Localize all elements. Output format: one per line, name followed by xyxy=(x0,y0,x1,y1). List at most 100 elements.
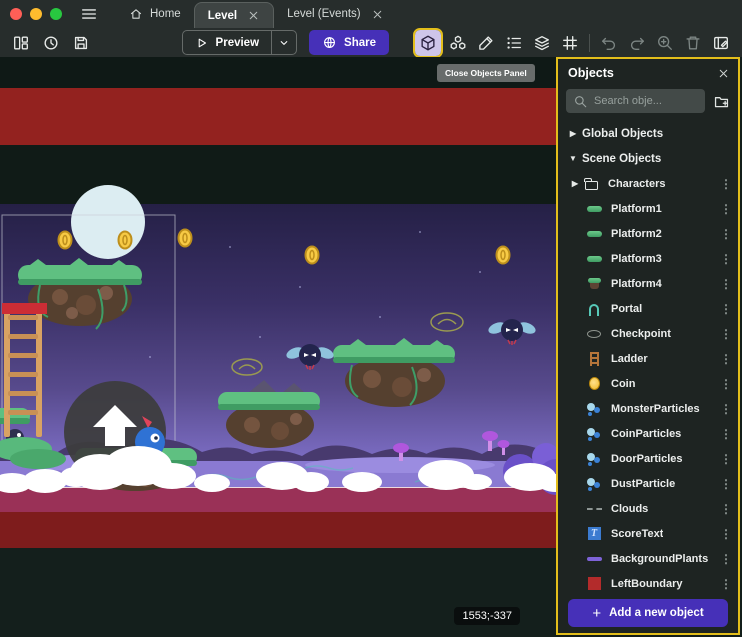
object-row-platform3[interactable]: Platform3 ⋮ xyxy=(558,246,738,271)
tab-label: Home xyxy=(150,8,181,20)
object-label: CoinParticles xyxy=(611,428,681,440)
checkpoint-icon xyxy=(585,326,603,342)
portal-icon xyxy=(585,301,603,317)
kebab-menu-icon[interactable]: ⋮ xyxy=(720,352,738,366)
object-row-platform1[interactable]: Platform1 ⋮ xyxy=(558,196,738,221)
scene-properties-icon[interactable] xyxy=(708,30,734,56)
coin-instances[interactable] xyxy=(59,230,510,264)
kebab-menu-icon[interactable]: ⋮ xyxy=(720,452,738,466)
kebab-menu-icon[interactable]: ⋮ xyxy=(720,552,738,566)
object-row-characters[interactable]: ▶Characters⋮ xyxy=(558,171,738,196)
toolbar-right-icons xyxy=(413,28,734,58)
group-global-objects[interactable]: ▶Global Objects xyxy=(558,121,738,146)
tab-label: Level (Events) xyxy=(287,8,361,20)
kebab-menu-icon[interactable]: ⋮ xyxy=(720,327,738,341)
kebab-menu-icon[interactable]: ⋮ xyxy=(720,277,738,291)
kebab-menu-icon[interactable]: ⋮ xyxy=(720,302,738,316)
object-row-dustparticle[interactable]: DustParticle ⋮ xyxy=(558,471,738,496)
object-row-scoretext[interactable]: ScoreText⋮ xyxy=(558,521,738,546)
close-panel-icon[interactable] xyxy=(717,67,730,80)
monster-instance[interactable] xyxy=(285,344,335,370)
objects-panel-title: Objects xyxy=(568,66,717,80)
object-row-platform4[interactable]: Platform4⋮ xyxy=(558,271,738,296)
close-window-button[interactable] xyxy=(10,8,22,20)
object-row-platform2[interactable]: Platform2⋮ xyxy=(558,221,738,246)
object-label: DoorParticles xyxy=(611,453,683,465)
kebab-menu-icon[interactable]: ⋮ xyxy=(720,477,738,491)
object-row-doorparticles[interactable]: DoorParticles ⋮ xyxy=(558,446,738,471)
kebab-menu-icon[interactable]: ⋮ xyxy=(720,527,738,541)
layers-icon[interactable] xyxy=(529,30,555,56)
play-icon xyxy=(195,36,209,50)
object-row-portal[interactable]: Portal ⋮ xyxy=(558,296,738,321)
objects-panel: Objects ▶Global Objects▼Scene Objects▶Ch… xyxy=(556,57,740,635)
trash-icon[interactable] xyxy=(680,30,706,56)
preview-options-button[interactable] xyxy=(271,31,296,54)
objects-tree: ▶Global Objects▼Scene Objects▶Characters… xyxy=(558,121,738,591)
platform-instance[interactable] xyxy=(218,380,320,448)
kebab-menu-icon[interactable]: ⋮ xyxy=(720,402,738,416)
history-icon[interactable] xyxy=(38,30,64,56)
object-label: Platform3 xyxy=(611,253,662,265)
add-new-object-button[interactable]: + Add a new object xyxy=(568,599,728,627)
monster-instance[interactable] xyxy=(487,319,537,345)
object-row-ladder[interactable]: Ladder⋮ xyxy=(558,346,738,371)
zoom-in-icon[interactable] xyxy=(652,30,678,56)
chevron-right-icon[interactable]: ▶ xyxy=(566,129,580,138)
hamburger-menu-icon[interactable] xyxy=(76,1,102,27)
save-icon[interactable] xyxy=(68,30,94,56)
kebab-menu-icon[interactable]: ⋮ xyxy=(720,177,738,191)
undo-icon[interactable] xyxy=(596,30,622,56)
chevron-right-icon[interactable]: ▶ xyxy=(568,179,582,188)
share-label: Share xyxy=(344,37,376,49)
object-label: Platform1 xyxy=(611,203,662,215)
redo-icon[interactable] xyxy=(624,30,650,56)
close-tab-icon[interactable] xyxy=(247,9,260,22)
object-label: Portal xyxy=(611,303,642,315)
group-scene-objects[interactable]: ▼Scene Objects xyxy=(558,146,738,171)
kebab-menu-icon[interactable]: ⋮ xyxy=(720,377,738,391)
instances-list-icon[interactable] xyxy=(501,30,527,56)
object-row-backgroundplants[interactable]: BackgroundPlants⋮ xyxy=(558,546,738,571)
kebab-menu-icon[interactable]: ⋮ xyxy=(720,577,738,591)
edit-icon[interactable] xyxy=(473,30,499,56)
object-search-input[interactable] xyxy=(594,95,698,107)
add-folder-icon[interactable] xyxy=(713,93,730,110)
minimize-window-button[interactable] xyxy=(30,8,42,20)
kebab-menu-icon[interactable]: ⋮ xyxy=(720,252,738,266)
globe-icon xyxy=(322,35,337,50)
left-boundary-instance[interactable] xyxy=(2,303,47,314)
particles-icon xyxy=(585,476,603,492)
main-area: Close Objects Panel 1553;-337 Objects ▶G… xyxy=(0,57,742,637)
kebab-menu-icon[interactable]: ⋮ xyxy=(720,427,738,441)
object-row-leftboundary[interactable]: LeftBoundary⋮ xyxy=(558,571,738,591)
grid-icon[interactable] xyxy=(557,30,583,56)
coin-icon xyxy=(585,376,603,392)
tab-level-events[interactable]: Level (Events) xyxy=(274,0,397,28)
objects-panel-icon[interactable] xyxy=(415,30,441,56)
kebab-menu-icon[interactable]: ⋮ xyxy=(720,202,738,216)
scene-editor-canvas[interactable]: Close Objects Panel 1553;-337 xyxy=(0,57,558,637)
close-tab-icon[interactable] xyxy=(371,8,384,21)
tab-level[interactable]: Level xyxy=(194,2,274,28)
moon-instance[interactable] xyxy=(71,185,145,259)
kebab-menu-icon[interactable]: ⋮ xyxy=(720,227,738,241)
object-row-coin[interactable]: Coin⋮ xyxy=(558,371,738,396)
particles-icon xyxy=(585,451,603,467)
tab-home[interactable]: Home xyxy=(116,0,194,28)
object-search-box[interactable] xyxy=(566,89,705,113)
maximize-window-button[interactable] xyxy=(50,8,62,20)
kebab-menu-icon[interactable]: ⋮ xyxy=(720,502,738,516)
object-row-coinparticles[interactable]: CoinParticles ⋮ xyxy=(558,421,738,446)
chevron-down-icon[interactable]: ▼ xyxy=(566,154,580,163)
project-manager-icon[interactable] xyxy=(8,30,34,56)
object-groups-icon[interactable] xyxy=(445,30,471,56)
share-button[interactable]: Share xyxy=(309,30,389,55)
object-row-checkpoint[interactable]: Checkpoint⋮ xyxy=(558,321,738,346)
object-row-monsterparticles[interactable]: MonsterParticles⋮ xyxy=(558,396,738,421)
magnifier-icon xyxy=(573,94,588,109)
object-row-clouds[interactable]: Clouds⋮ xyxy=(558,496,738,521)
object-label: DustParticle xyxy=(611,478,675,490)
preview-button[interactable]: Preview xyxy=(183,31,271,54)
platform-instance[interactable] xyxy=(333,338,455,407)
